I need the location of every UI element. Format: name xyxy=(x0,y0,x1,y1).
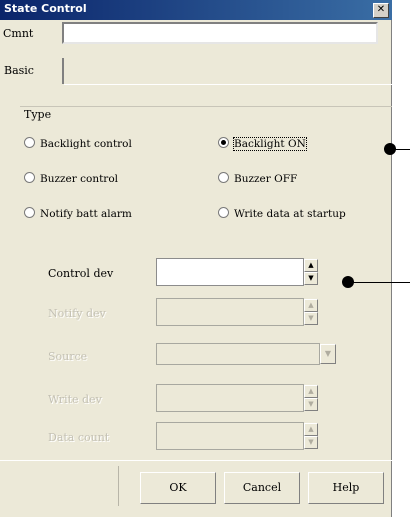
spin-up-icon: ▲ xyxy=(304,385,318,398)
radio-label: Backlight control xyxy=(40,138,132,150)
close-icon[interactable]: ✕ xyxy=(373,3,389,18)
source-label: Source xyxy=(48,350,88,363)
spin-down-icon: ▼ xyxy=(304,398,318,411)
data-count-stepper: ▲ ▼ xyxy=(156,422,330,450)
radio-button-icon xyxy=(24,172,35,183)
radio-notify-batt-alarm[interactable]: Notify batt alarm xyxy=(24,207,132,220)
radio-label: Write data at startup xyxy=(234,208,346,220)
tab-basic[interactable]: Basic xyxy=(0,58,64,84)
radio-button-selected-icon xyxy=(218,137,229,148)
callout-line xyxy=(394,149,410,150)
spin-down-icon: ▼ xyxy=(304,312,318,325)
notify-dev-stepper: ▲ ▼ xyxy=(156,298,330,326)
radio-label: Buzzer control xyxy=(40,173,118,185)
ok-button[interactable]: OK xyxy=(140,472,216,504)
cancel-button[interactable]: Cancel xyxy=(224,472,300,504)
radio-buzzer-off[interactable]: Buzzer OFF xyxy=(218,172,297,185)
type-group-label: Type xyxy=(24,108,52,121)
radio-label: Buzzer OFF xyxy=(234,173,298,185)
radio-buzzer-control[interactable]: Buzzer control xyxy=(24,172,118,185)
spin-up-icon: ▲ xyxy=(304,423,318,436)
window-title: State Control xyxy=(4,2,87,15)
spin-down-icon[interactable]: ▼ xyxy=(304,272,318,285)
notify-dev-label: Notify dev xyxy=(48,307,106,320)
radio-button-icon xyxy=(218,172,229,183)
radio-backlight-on[interactable]: Backlight ON xyxy=(218,137,307,151)
data-count-label: Data count xyxy=(48,431,110,444)
radio-backlight-control[interactable]: Backlight control xyxy=(24,137,132,150)
button-divider xyxy=(118,466,119,506)
comment-label: Cmnt xyxy=(3,27,34,40)
source-select: ▼ xyxy=(156,343,336,365)
help-button[interactable]: Help xyxy=(308,472,384,504)
control-dev-input[interactable] xyxy=(156,258,304,286)
radio-label: Notify batt alarm xyxy=(40,208,132,220)
data-count-input xyxy=(156,422,304,450)
radio-write-data-at-startup[interactable]: Write data at startup xyxy=(218,207,346,220)
chevron-down-icon: ▼ xyxy=(320,344,336,364)
write-dev-label: Write dev xyxy=(48,393,102,406)
title-bar[interactable]: State Control ✕ xyxy=(0,0,392,20)
spin-up-icon: ▲ xyxy=(304,299,318,312)
spin-up-icon[interactable]: ▲ xyxy=(304,259,318,272)
state-control-dialog: State Control ✕ Cmnt Basic Type Backligh… xyxy=(0,0,392,517)
tab-basic-label: Basic xyxy=(4,64,34,77)
control-dev-stepper[interactable]: ▲ ▼ xyxy=(156,258,330,286)
tab-divider xyxy=(64,84,392,85)
notify-dev-input xyxy=(156,298,304,326)
write-dev-stepper: ▲ ▼ xyxy=(156,384,330,412)
source-select-box xyxy=(156,343,320,365)
spin-down-icon: ▼ xyxy=(304,436,318,449)
radio-button-icon xyxy=(24,137,35,148)
control-dev-label: Control dev xyxy=(48,267,114,280)
radio-button-icon xyxy=(218,207,229,218)
radio-label: Backlight ON xyxy=(233,137,307,151)
write-dev-input xyxy=(156,384,304,412)
radio-button-icon xyxy=(24,207,35,218)
comment-input[interactable] xyxy=(62,22,378,44)
callout-line xyxy=(352,282,410,283)
